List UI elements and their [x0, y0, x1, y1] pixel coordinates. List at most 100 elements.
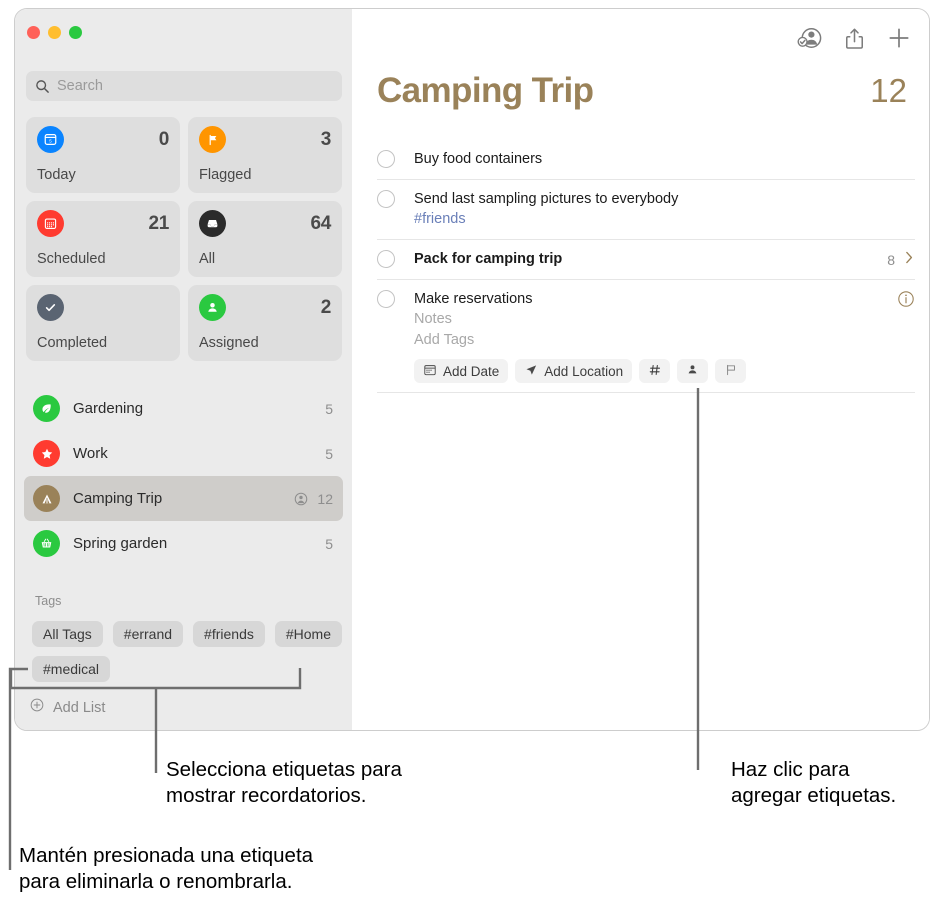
sidebar-item-count: 12: [317, 490, 333, 507]
reminder-action-bar: Add Date Add Location: [414, 359, 897, 384]
list-count: 12: [870, 72, 907, 109]
reminder-row-editing[interactable]: Make reservations Notes Add Tags Add Dat…: [377, 280, 915, 394]
close-button[interactable]: [27, 26, 40, 39]
main-content: Camping Trip 12 Buy food containers Send…: [352, 9, 929, 730]
add-date-label: Add Date: [443, 363, 500, 379]
sidebar-item-spring-garden[interactable]: Spring garden 5: [24, 521, 343, 566]
star-icon: [33, 440, 60, 467]
user-lists: Gardening 5 Work 5 Camping Trip 12 Sprin…: [15, 386, 352, 566]
callout-line: para eliminarla o renombrarla.: [19, 870, 293, 894]
add-location-label: Add Location: [544, 363, 624, 379]
callout-line: agregar etiquetas.: [731, 784, 897, 808]
sidebar-item-work[interactable]: Work 5: [24, 431, 343, 476]
tag-friends[interactable]: #friends: [193, 621, 265, 647]
subtask-count: 8: [887, 251, 895, 268]
callout-line: Selecciona etiquetas para: [166, 758, 402, 781]
smart-list-count: 21: [148, 212, 169, 234]
smart-lists-grid: 5 0 Today 3 Flagged 21 Scheduled 64 All …: [26, 117, 342, 361]
smart-list-count: 2: [320, 296, 332, 318]
location-icon: [524, 363, 538, 380]
share-button[interactable]: [844, 27, 865, 50]
reminder-checkbox[interactable]: [377, 289, 395, 308]
smart-list-all[interactable]: 64 All: [188, 201, 342, 277]
smart-list-label: Today: [37, 167, 76, 183]
add-tag-button[interactable]: [639, 359, 671, 384]
smart-list-today[interactable]: 5 0 Today: [26, 117, 180, 193]
smart-list-label: Completed: [37, 335, 108, 351]
minimize-button[interactable]: [48, 26, 61, 39]
leaf-icon: [33, 395, 60, 422]
plus-circle-icon: [29, 697, 45, 718]
person-icon: [686, 363, 699, 379]
calendar-icon: [423, 363, 437, 380]
list-title-row: Camping Trip 12: [377, 71, 907, 111]
zoom-button[interactable]: [69, 26, 82, 39]
page-title: Camping Trip: [377, 71, 594, 110]
share-participants-button[interactable]: [796, 27, 822, 49]
smart-list-scheduled[interactable]: 21 Scheduled: [26, 201, 180, 277]
flag-icon: [724, 363, 738, 380]
smart-list-flagged[interactable]: 3 Flagged: [188, 117, 342, 193]
reminder-checkbox[interactable]: [377, 150, 395, 168]
callout-add-tags: Haz clic para agregar etiquetas.: [731, 757, 944, 809]
sidebar-item-label: Work: [73, 445, 108, 462]
smart-list-completed[interactable]: Completed: [26, 285, 180, 361]
smart-list-count: 64: [310, 212, 331, 234]
add-list-button[interactable]: Add List: [29, 697, 105, 718]
reminder-title: Pack for camping trip: [414, 250, 563, 267]
sidebar-item-camping-trip[interactable]: Camping Trip 12: [24, 476, 343, 521]
reminder-row[interactable]: Send last sampling pictures to everybody…: [377, 180, 915, 240]
callout-hold-tag: Mantén presionada una etiqueta para elim…: [19, 843, 489, 895]
reminder-row[interactable]: Buy food containers: [377, 140, 915, 180]
inbox-icon: [199, 210, 226, 237]
screenshot-root: Search 5 0 Today 3 Flagged 21 Scheduled …: [0, 0, 944, 912]
sidebar-item-label: Spring garden: [73, 535, 168, 552]
sidebar-item-count: 5: [325, 445, 333, 462]
assign-person-button[interactable]: [677, 359, 709, 384]
reminder-checkbox[interactable]: [377, 249, 395, 268]
basket-icon: [33, 530, 60, 557]
sidebar-item-count: 5: [325, 535, 333, 552]
smart-list-label: All: [199, 251, 216, 267]
smart-list-label: Assigned: [199, 335, 259, 351]
flag-button[interactable]: [715, 359, 747, 384]
toolbar: [796, 26, 911, 50]
reminder-title: Buy food containers: [414, 151, 543, 167]
info-icon[interactable]: [897, 290, 915, 313]
add-tags-placeholder[interactable]: Add Tags: [414, 330, 897, 351]
search-field[interactable]: Search: [26, 71, 342, 101]
notes-placeholder[interactable]: Notes: [414, 309, 897, 330]
add-location-button[interactable]: Add Location: [515, 359, 633, 384]
search-placeholder: Search: [57, 78, 103, 94]
tent-icon: [33, 485, 60, 512]
callout-select-tags: Selecciona etiquetas para mostrar record…: [166, 757, 526, 809]
calendar-today-icon: 5: [37, 126, 64, 153]
sidebar-item-gardening[interactable]: Gardening 5: [24, 386, 343, 431]
checkmark-icon: [37, 294, 64, 321]
tag-all-tags[interactable]: All Tags: [32, 621, 103, 647]
reminder-checkbox[interactable]: [377, 189, 395, 208]
search-icon: [35, 79, 50, 94]
tag-medical[interactable]: #medical: [32, 656, 111, 682]
hash-icon: [648, 363, 662, 380]
add-date-button[interactable]: Add Date: [414, 359, 509, 384]
smart-list-count: 3: [320, 128, 332, 150]
tag-list: All Tags #errand #friends #Home #medical: [32, 621, 342, 682]
reminder-title: Send last sampling pictures to everybody: [414, 190, 679, 207]
tag-errand[interactable]: #errand: [112, 621, 184, 647]
calendar-icon: [37, 210, 64, 237]
add-reminder-button[interactable]: [887, 26, 911, 50]
tag-home[interactable]: #Home: [274, 621, 342, 647]
window-controls[interactable]: [27, 26, 82, 39]
flag-icon: [199, 126, 226, 153]
reminders-window: Search 5 0 Today 3 Flagged 21 Scheduled …: [14, 8, 930, 731]
smart-list-assigned[interactable]: 2 Assigned: [188, 285, 342, 361]
reminder-list: Buy food containers Send last sampling p…: [377, 140, 915, 394]
sidebar-item-label: Camping Trip: [73, 490, 163, 507]
reminder-row[interactable]: Pack for camping trip 8: [377, 240, 915, 280]
chevron-right-icon[interactable]: [904, 250, 915, 270]
reminder-tag-friends[interactable]: #friends: [414, 209, 915, 230]
callout-line: Haz clic para: [731, 758, 850, 781]
svg-text:5: 5: [49, 139, 52, 144]
sidebar-item-count: 5: [325, 400, 333, 417]
